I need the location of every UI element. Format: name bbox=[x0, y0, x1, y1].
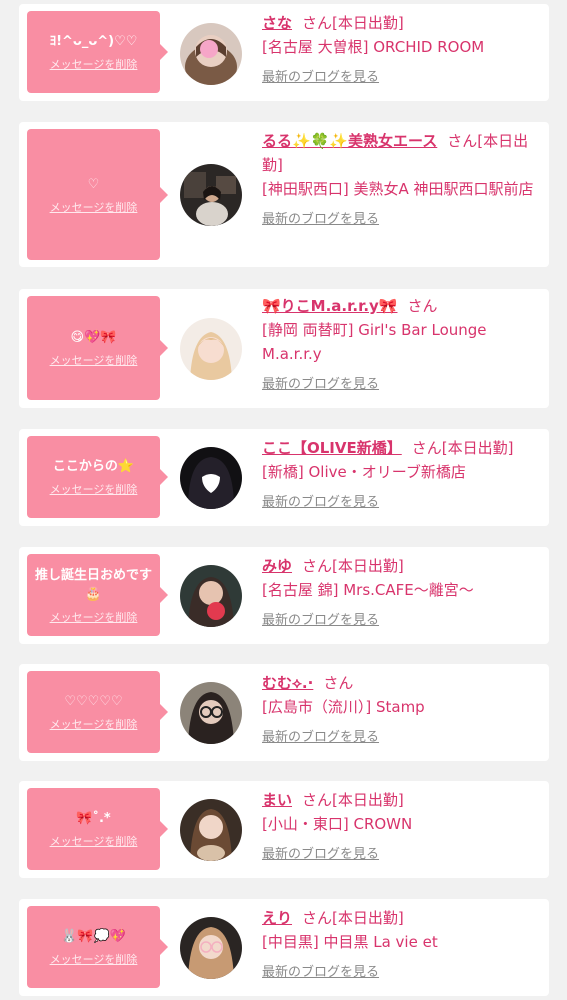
message-card: ♡♡♡♡♡ メッセージを削除 むむ⟡.· さん [広島市（流川）] Stamp 最… bbox=[19, 664, 549, 761]
message-bubble: 🎀˚.* メッセージを削除 bbox=[27, 788, 168, 870]
latest-blog-link[interactable]: 最新のブログを見る bbox=[262, 961, 379, 985]
cast-info: むむ⟡.· さん [広島市（流川）] Stamp 最新のブログを見る bbox=[262, 671, 542, 750]
shop-name: [神田駅西口] 美熟女A 神田駅西口駅前店 bbox=[262, 180, 534, 198]
message-bubble: 🐰🎀💭💖 メッセージを削除 bbox=[27, 906, 168, 988]
cast-name-link[interactable]: さな bbox=[262, 14, 292, 32]
shop-name: [小山・東口] CROWN bbox=[262, 815, 413, 833]
cast-info: 🎀りこM.a.r.r.y🎀 さん [静岡 両替町] Girl's Bar Loun… bbox=[262, 294, 542, 397]
cast-name-link[interactable]: ここ【OLIVE新橋】 bbox=[262, 439, 402, 457]
honorific: さん bbox=[407, 297, 438, 315]
cast-info: さな さん[本日出勤] [名古屋 大曽根] ORCHID ROOM 最新のブログを… bbox=[262, 11, 542, 90]
honorific: さん bbox=[302, 791, 333, 809]
message-bubble: ♡♡♡♡♡ メッセージを削除 bbox=[27, 671, 168, 753]
message-bubble: 推し誕生日おめです🎂 メッセージを削除 bbox=[27, 554, 168, 636]
delete-message-button[interactable]: メッセージを削除 bbox=[50, 481, 138, 497]
message-card: 🐰🎀💭💖 メッセージを削除 えり さん[本日出勤] [中目黒] 中目黒 La vi… bbox=[19, 899, 549, 996]
avatar[interactable] bbox=[180, 164, 242, 226]
honorific: さん bbox=[447, 132, 478, 150]
message-bubble: ♡ メッセージを削除 bbox=[27, 129, 168, 260]
shop-name: [中目黒] 中目黒 La vie et bbox=[262, 933, 438, 951]
shop-name: [名古屋 錦] Mrs.CAFE〜離宮〜 bbox=[262, 581, 474, 599]
message-card: ♡ メッセージを削除 るる✨🍀✨美熟女エース さん[本日出勤] [神田駅西口] 美… bbox=[19, 122, 549, 267]
message-bubble: ﾖ!^ᴗ_ᴗ^)♡♡ メッセージを削除 bbox=[27, 11, 168, 93]
avatar[interactable] bbox=[180, 682, 242, 744]
message-text: ♡ bbox=[87, 176, 100, 192]
latest-blog-link[interactable]: 最新のブログを見る bbox=[262, 726, 379, 750]
latest-blog-link[interactable]: 最新のブログを見る bbox=[262, 66, 379, 90]
work-status: [本日出勤] bbox=[441, 439, 514, 457]
cast-name-link[interactable]: 🎀りこM.a.r.r.y🎀 bbox=[262, 297, 398, 315]
cast-name-link[interactable]: まい bbox=[262, 791, 292, 809]
message-text: 😋💖🎀 bbox=[70, 330, 117, 345]
message-card: ﾖ!^ᴗ_ᴗ^)♡♡ メッセージを削除 さな さん[本日出勤] [名古屋 大曽根]… bbox=[19, 4, 549, 101]
avatar[interactable] bbox=[180, 447, 242, 509]
message-text: 🎀˚.* bbox=[76, 811, 111, 826]
delete-message-button[interactable]: メッセージを削除 bbox=[50, 199, 138, 215]
honorific: さん bbox=[323, 674, 354, 692]
delete-message-button[interactable]: メッセージを削除 bbox=[50, 716, 138, 732]
shop-name: [新橋] Olive・オリーブ新橋店 bbox=[262, 463, 466, 481]
latest-blog-link[interactable]: 最新のブログを見る bbox=[262, 373, 379, 397]
shop-name: [名古屋 大曽根] ORCHID ROOM bbox=[262, 38, 485, 56]
delete-message-button[interactable]: メッセージを削除 bbox=[50, 833, 138, 849]
cast-name-link[interactable]: るる✨🍀✨美熟女エース bbox=[262, 132, 437, 150]
avatar[interactable] bbox=[180, 23, 242, 85]
cast-info: えり さん[本日出勤] [中目黒] 中目黒 La vie et 最新のブログを見る bbox=[262, 906, 542, 985]
message-text: 推し誕生日おめです🎂 bbox=[34, 567, 152, 602]
message-card: 😋💖🎀 メッセージを削除 🎀りこM.a.r.r.y🎀 さん [静岡 両替町] Gi… bbox=[19, 289, 549, 408]
shop-name: [静岡 両替町] Girl's Bar Lounge M.a.r.r.y bbox=[262, 321, 487, 363]
honorific: さん bbox=[411, 439, 442, 457]
honorific: さん bbox=[302, 909, 333, 927]
message-card: ここからの⭐ メッセージを削除 ここ【OLIVE新橋】 さん[本日出勤] [新橋]… bbox=[19, 429, 549, 526]
cast-name-link[interactable]: えり bbox=[262, 909, 292, 927]
cast-name-link[interactable]: むむ⟡.· bbox=[262, 674, 313, 692]
delete-message-button[interactable]: メッセージを削除 bbox=[50, 609, 138, 625]
avatar[interactable] bbox=[180, 917, 242, 979]
cast-info: るる✨🍀✨美熟女エース さん[本日出勤] [神田駅西口] 美熟女A 神田駅西口駅前… bbox=[262, 129, 542, 232]
work-status: [本日出勤] bbox=[332, 14, 404, 32]
cast-info: まい さん[本日出勤] [小山・東口] CROWN 最新のブログを見る bbox=[262, 788, 542, 867]
honorific: さん bbox=[302, 14, 333, 32]
message-card: 推し誕生日おめです🎂 メッセージを削除 みゆ さん[本日出勤] [名古屋 錦] M… bbox=[19, 547, 549, 644]
message-text: ここからの⭐ bbox=[52, 459, 135, 474]
latest-blog-link[interactable]: 最新のブログを見る bbox=[262, 491, 379, 515]
delete-message-button[interactable]: メッセージを削除 bbox=[50, 56, 138, 72]
latest-blog-link[interactable]: 最新のブログを見る bbox=[262, 843, 379, 867]
message-card: 🎀˚.* メッセージを削除 まい さん[本日出勤] [小山・東口] CROWN 最… bbox=[19, 781, 549, 878]
message-text: 🐰🎀💭💖 bbox=[61, 929, 126, 944]
latest-blog-link[interactable]: 最新のブログを見る bbox=[262, 609, 379, 633]
honorific: さん bbox=[302, 557, 333, 575]
delete-message-button[interactable]: メッセージを削除 bbox=[50, 951, 138, 967]
work-status: [本日出勤] bbox=[332, 791, 404, 809]
work-status: [本日出勤] bbox=[332, 557, 404, 575]
delete-message-button[interactable]: メッセージを削除 bbox=[50, 352, 138, 368]
message-bubble: 😋💖🎀 メッセージを削除 bbox=[27, 296, 168, 400]
latest-blog-link[interactable]: 最新のブログを見る bbox=[262, 208, 379, 232]
work-status: [本日出勤] bbox=[332, 909, 404, 927]
cast-info: ここ【OLIVE新橋】 さん[本日出勤] [新橋] Olive・オリーブ新橋店 最… bbox=[262, 436, 542, 515]
shop-name: [広島市（流川）] Stamp bbox=[262, 698, 425, 716]
cast-name-link[interactable]: みゆ bbox=[262, 557, 292, 575]
message-text: ♡♡♡♡♡ bbox=[64, 694, 123, 709]
message-bubble: ここからの⭐ メッセージを削除 bbox=[27, 436, 168, 518]
avatar[interactable] bbox=[180, 799, 242, 861]
avatar[interactable] bbox=[180, 318, 242, 380]
avatar[interactable] bbox=[180, 565, 242, 627]
cast-info: みゆ さん[本日出勤] [名古屋 錦] Mrs.CAFE〜離宮〜 最新のブログを見… bbox=[262, 554, 542, 633]
message-text: ﾖ!^ᴗ_ᴗ^)♡♡ bbox=[49, 34, 138, 49]
